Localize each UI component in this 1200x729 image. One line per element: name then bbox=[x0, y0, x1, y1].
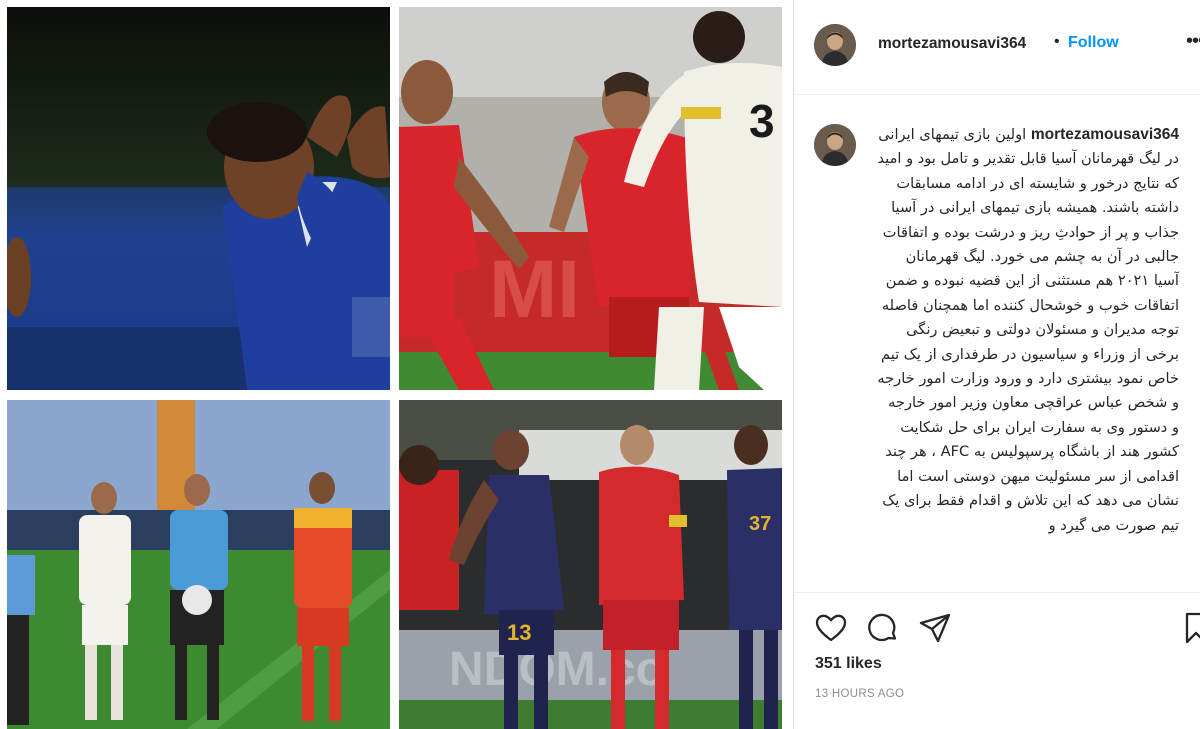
avatar[interactable] bbox=[814, 24, 856, 66]
instagram-post: MI 3 NDOM.co 13 37 mortezamousavi364 • F… bbox=[0, 0, 1200, 729]
caption-avatar[interactable] bbox=[814, 124, 856, 166]
photo-red-vs-white-players: MI 3 bbox=[399, 7, 782, 390]
svg-text:13: 13 bbox=[507, 620, 531, 645]
post-actions: 351 likes 13 HOURS AGO bbox=[794, 592, 1200, 729]
comments-area[interactable]: mortezamousavi364 اولین بازی تیمهای ایرا… bbox=[794, 96, 1200, 591]
caption: mortezamousavi364 اولین بازی تیمهای ایرا… bbox=[877, 123, 1179, 538]
comment-icon[interactable] bbox=[866, 611, 900, 645]
caption-text: اولین بازی تیمهای ایرانی در لیگ قهرمانان… bbox=[877, 126, 1179, 534]
svg-text:3: 3 bbox=[749, 95, 775, 147]
photo-captains-with-referee bbox=[7, 400, 390, 729]
photo-red-vs-navy-players: NDOM.co 13 37 bbox=[399, 400, 782, 729]
post-header: mortezamousavi364 • Follow ••• bbox=[794, 0, 1200, 95]
share-icon[interactable] bbox=[918, 611, 952, 645]
caption-username[interactable]: mortezamousavi364 bbox=[1031, 126, 1179, 143]
svg-text:MI: MI bbox=[489, 244, 580, 335]
heart-icon[interactable] bbox=[814, 611, 848, 645]
svg-text:37: 37 bbox=[749, 513, 771, 535]
follow-button[interactable]: Follow bbox=[1068, 34, 1119, 52]
header-dot-separator: • bbox=[1054, 33, 1060, 50]
likes-count[interactable]: 351 likes bbox=[815, 655, 882, 673]
bookmark-icon[interactable] bbox=[1179, 611, 1200, 645]
post-media[interactable]: MI 3 NDOM.co 13 37 bbox=[0, 0, 790, 729]
svg-text:NDOM.co: NDOM.co bbox=[449, 643, 665, 696]
post-timestamp[interactable]: 13 HOURS AGO bbox=[815, 688, 904, 700]
post-side-panel: mortezamousavi364 • Follow ••• mortezamo… bbox=[793, 0, 1200, 729]
photo-player-celebrating bbox=[7, 7, 390, 390]
more-options-icon[interactable]: ••• bbox=[1186, 30, 1200, 53]
header-username[interactable]: mortezamousavi364 bbox=[878, 35, 1026, 53]
